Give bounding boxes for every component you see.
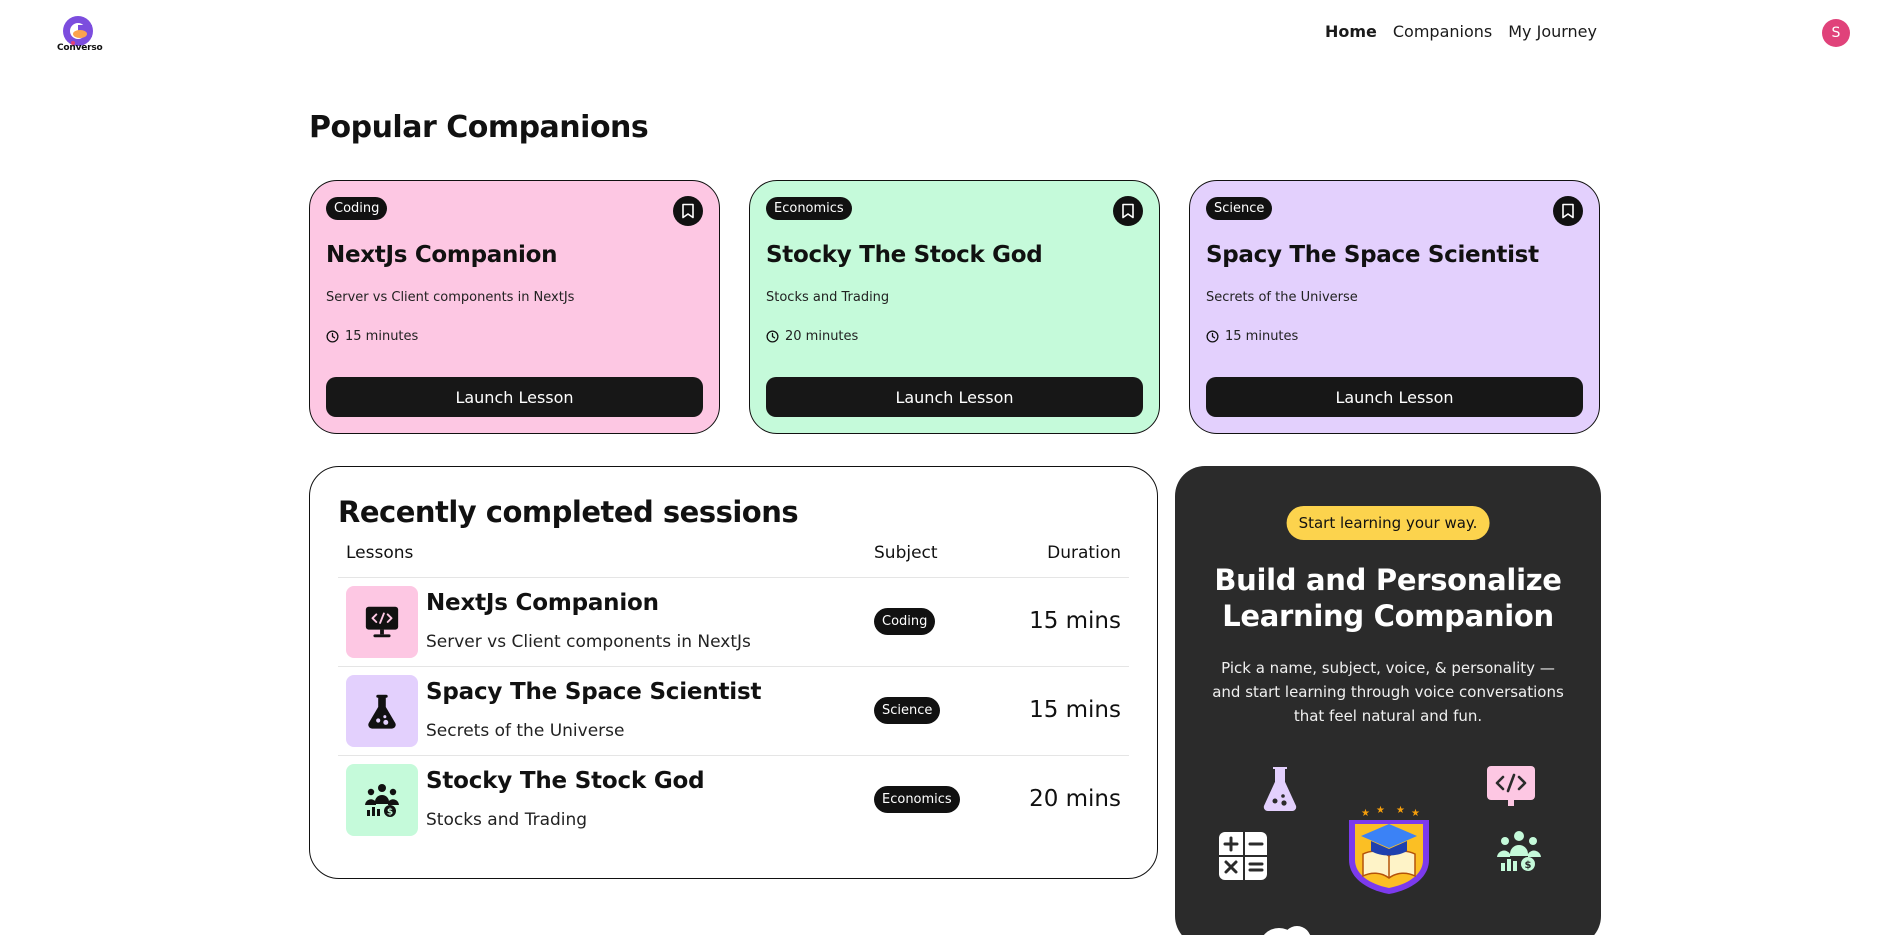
lesson-duration: 15 mins <box>1029 608 1121 634</box>
nav-links: Home Companions My Journey <box>1325 22 1597 41</box>
subject-thumbnail: $ <box>346 764 418 836</box>
companion-topic: Stocks and Trading <box>766 290 890 305</box>
column-header-duration: Duration <box>1047 543 1121 563</box>
companion-duration: 15 minutes <box>326 329 703 344</box>
table-row[interactable]: Spacy The Space Scientist Secrets of the… <box>338 666 1129 755</box>
duration-text: 15 minutes <box>345 329 419 344</box>
column-header-subject: Subject <box>874 543 938 563</box>
subject-badge: Science <box>1206 197 1273 220</box>
top-navbar: Converso Home Companions My Journey S <box>0 0 1897 66</box>
lesson-name[interactable]: Stocky The Stock God <box>426 768 705 794</box>
companion-card-spacy: Science Spacy The Space Scientist Secret… <box>1189 180 1600 434</box>
column-header-lessons: Lessons <box>346 543 414 563</box>
user-avatar[interactable]: S <box>1822 19 1850 47</box>
graduation-shield-icon: ★ ★ ★ ★ <box>1349 805 1429 894</box>
flask-icon <box>368 694 396 729</box>
recent-sessions-title: Recently completed sessions <box>338 495 799 529</box>
launch-lesson-button[interactable]: Launch Lesson <box>1206 377 1583 417</box>
bookmark-icon <box>682 203 694 219</box>
svg-text:★: ★ <box>1376 805 1385 816</box>
subject-badge: Coding <box>874 608 936 635</box>
popular-companions-title: Popular Companions <box>309 110 649 145</box>
lesson-duration: 15 mins <box>1029 697 1121 723</box>
logo-text: Converso <box>57 43 103 53</box>
clock-icon <box>1206 330 1219 343</box>
lesson-name[interactable]: Spacy The Space Scientist <box>426 679 761 705</box>
bookmark-button[interactable] <box>1113 196 1143 226</box>
nav-link-my-journey[interactable]: My Journey <box>1508 22 1597 41</box>
bookmark-button[interactable] <box>1553 196 1583 226</box>
companion-topic: Server vs Client components in NextJs <box>326 290 575 305</box>
recent-sessions-panel: Recently completed sessions Lessons Subj… <box>309 466 1158 879</box>
svg-text:★: ★ <box>1411 808 1420 819</box>
subject-badge: Science <box>874 697 941 724</box>
subject-badge: Economics <box>874 786 960 813</box>
subject-badge: Economics <box>766 197 852 220</box>
calculator-icon <box>1219 832 1267 880</box>
companion-duration: 15 minutes <box>1206 329 1583 344</box>
svg-text:★: ★ <box>1396 805 1405 816</box>
subject-badge-wrap: Science <box>874 697 941 724</box>
people-chart-icon: $ <box>1497 831 1541 871</box>
svg-text:$: $ <box>1525 860 1532 871</box>
lesson-topic: Secrets of the Universe <box>426 721 625 741</box>
nav-link-home[interactable]: Home <box>1325 22 1377 41</box>
voice-chat-icon <box>1263 926 1311 935</box>
cta-illustration: ★ ★ ★ ★ $ <box>1219 766 1541 935</box>
create-companion-cta: Start learning your way. Build and Perso… <box>1175 466 1601 935</box>
nav-link-companions[interactable]: Companions <box>1393 22 1492 41</box>
code-monitor-icon <box>365 606 399 638</box>
people-chart-icon: $ <box>365 784 399 818</box>
bookmark-icon <box>1122 203 1134 219</box>
lesson-topic: Stocks and Trading <box>426 810 588 830</box>
svg-text:$: $ <box>387 808 393 818</box>
subject-badge-wrap: Coding <box>874 608 936 635</box>
companion-card-stocky: Economics Stocky The Stock God Stocks an… <box>749 180 1160 434</box>
duration-text: 20 minutes <box>785 329 859 344</box>
subject-thumbnail <box>346 586 418 658</box>
subject-badge-wrap: Economics <box>874 786 960 813</box>
companion-name: Spacy The Space Scientist <box>1206 242 1539 268</box>
bookmark-button[interactable] <box>673 196 703 226</box>
bookmark-icon <box>1562 203 1574 219</box>
companion-card-nextjs: Coding NextJs Companion Server vs Client… <box>309 180 720 434</box>
companion-duration: 20 minutes <box>766 329 1143 344</box>
clock-icon <box>326 330 339 343</box>
lesson-topic: Server vs Client components in NextJs <box>426 632 751 652</box>
svg-text:★: ★ <box>1361 808 1370 819</box>
code-monitor-icon <box>1487 766 1535 806</box>
lesson-name[interactable]: NextJs Companion <box>426 590 659 616</box>
flask-icon <box>1263 767 1297 811</box>
table-row[interactable]: NextJs Companion Server vs Client compon… <box>338 577 1129 666</box>
launch-lesson-button[interactable]: Launch Lesson <box>326 377 703 417</box>
companion-name: Stocky The Stock God <box>766 242 1043 268</box>
cta-title: Build and Personalize Learning Companion <box>1214 563 1562 633</box>
lesson-duration: 20 mins <box>1029 786 1121 812</box>
subject-badge: Coding <box>326 197 388 220</box>
launch-lesson-button[interactable]: Launch Lesson <box>766 377 1143 417</box>
companion-name: NextJs Companion <box>326 242 558 268</box>
clock-icon <box>766 330 779 343</box>
table-header: Lessons Subject Duration <box>346 543 1121 573</box>
subject-thumbnail <box>346 675 418 747</box>
cta-pill: Start learning your way. <box>1286 506 1490 540</box>
companion-topic: Secrets of the Universe <box>1206 290 1358 305</box>
cta-description: Pick a name, subject, voice, & personali… <box>1212 659 1564 725</box>
duration-text: 15 minutes <box>1225 329 1299 344</box>
table-row[interactable]: $ Stocky The Stock God Stocks and Tradin… <box>338 755 1129 844</box>
